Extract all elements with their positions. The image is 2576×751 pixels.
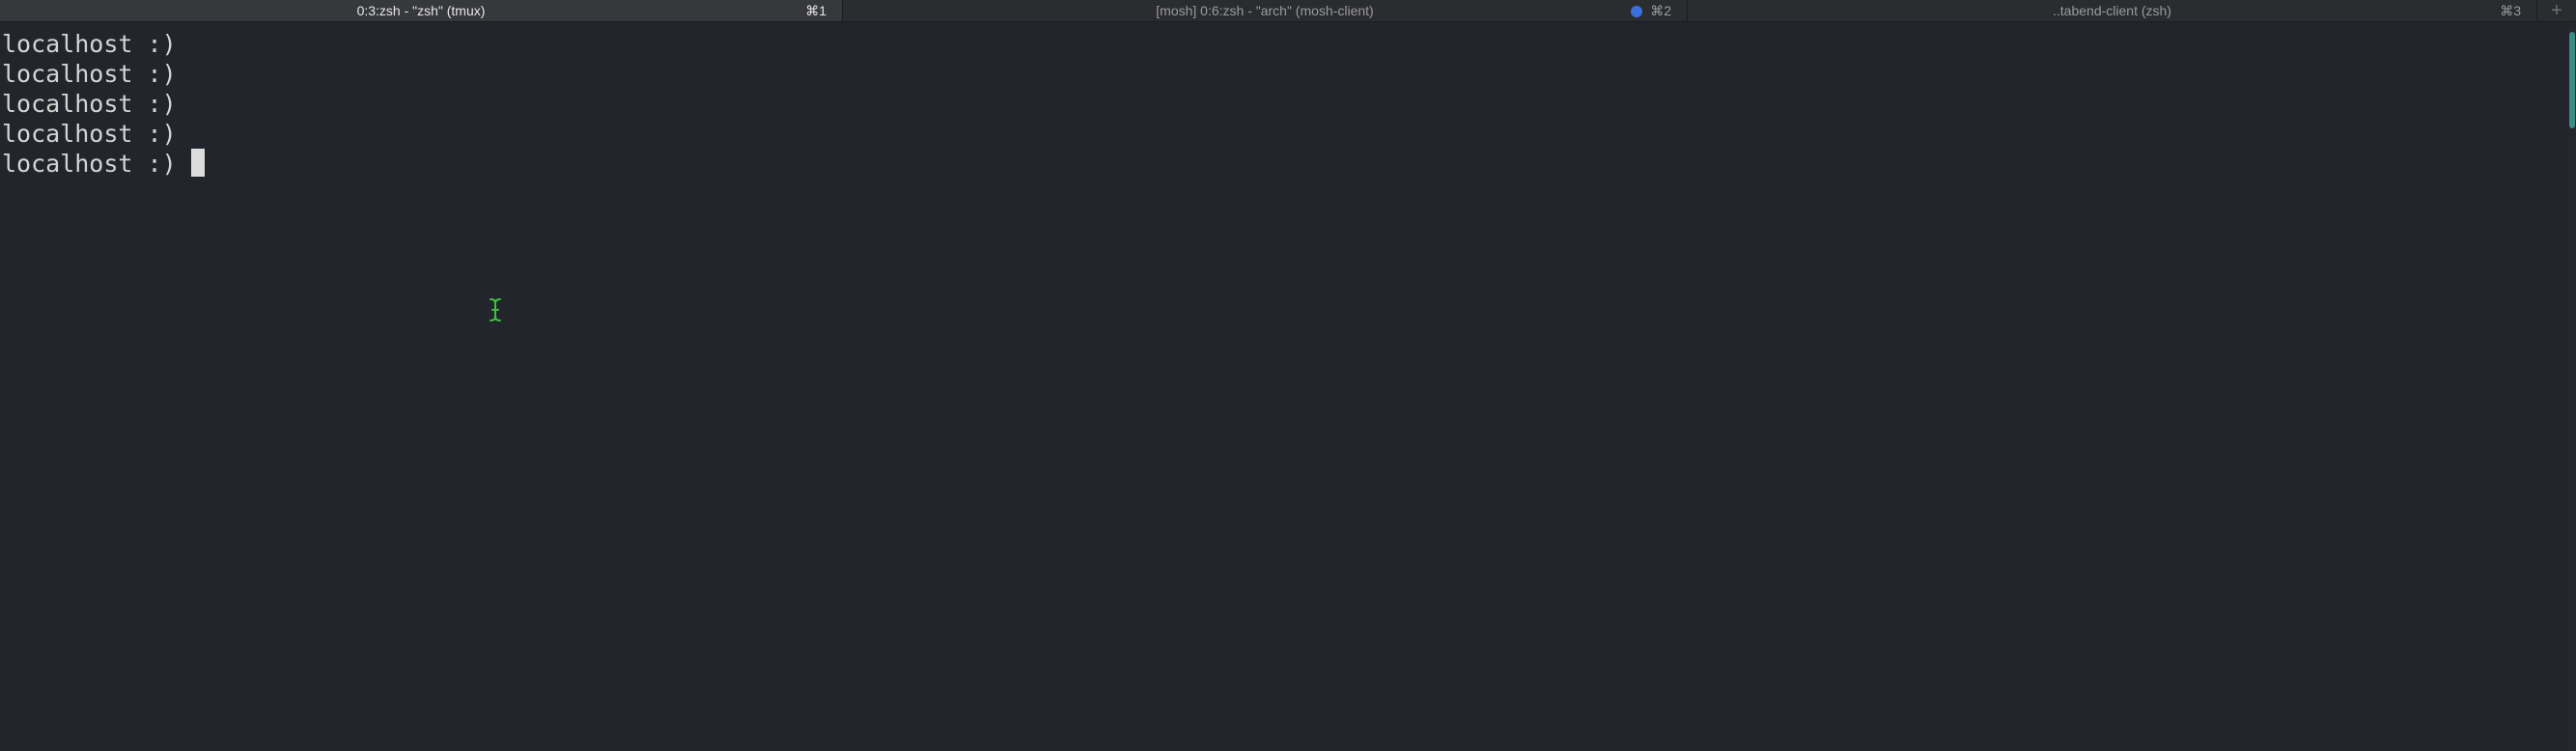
tab-bar: 0:3:zsh - "zsh" (tmux) ⌘1 [mosh] 0:6:zsh… (0, 0, 2576, 22)
new-tab-button[interactable]: + (2537, 0, 2576, 21)
prompt-line: localhost :) (2, 59, 177, 89)
tab-1[interactable]: 0:3:zsh - "zsh" (tmux) ⌘1 (0, 0, 843, 21)
tab-2-shortcut: ⌘2 (1650, 3, 1671, 18)
scrollbar-thumb[interactable] (2569, 32, 2575, 128)
tab-2-title: [mosh] 0:6:zsh - "arch" (mosh-client) (1156, 3, 1374, 18)
tab-1-title: 0:3:zsh - "zsh" (tmux) (356, 3, 486, 18)
activity-dot-icon (1631, 6, 1642, 17)
terminal-pane[interactable]: localhost :) localhost :) localhost :) l… (0, 22, 2568, 751)
tab-1-shortcut: ⌘1 (805, 3, 826, 18)
prompt-text: localhost :) (2, 30, 177, 58)
prompt-line: localhost :) (2, 29, 177, 59)
prompt-line: localhost :) (2, 89, 177, 119)
tab-2[interactable]: [mosh] 0:6:zsh - "arch" (mosh-client) ⌘2 (843, 0, 1688, 21)
scrollbar[interactable] (2568, 22, 2576, 751)
i-beam-cursor-icon (490, 298, 501, 321)
prompt-text: localhost :) (2, 150, 177, 178)
prompt-text: localhost :) (2, 60, 177, 88)
prompt-text: localhost :) (2, 90, 177, 118)
tab-3-title: ..tabend-client (zsh) (2053, 3, 2171, 18)
tab-3-shortcut: ⌘3 (2500, 3, 2521, 18)
prompt-line: localhost :) (2, 119, 177, 149)
prompt-text: localhost :) (2, 120, 177, 148)
terminal-window: 0:3:zsh - "zsh" (tmux) ⌘1 [mosh] 0:6:zsh… (0, 0, 2576, 751)
tab-3[interactable]: ..tabend-client (zsh) ⌘3 (1688, 0, 2537, 21)
prompt-line-current: localhost :) (2, 149, 205, 179)
text-cursor (190, 149, 205, 177)
